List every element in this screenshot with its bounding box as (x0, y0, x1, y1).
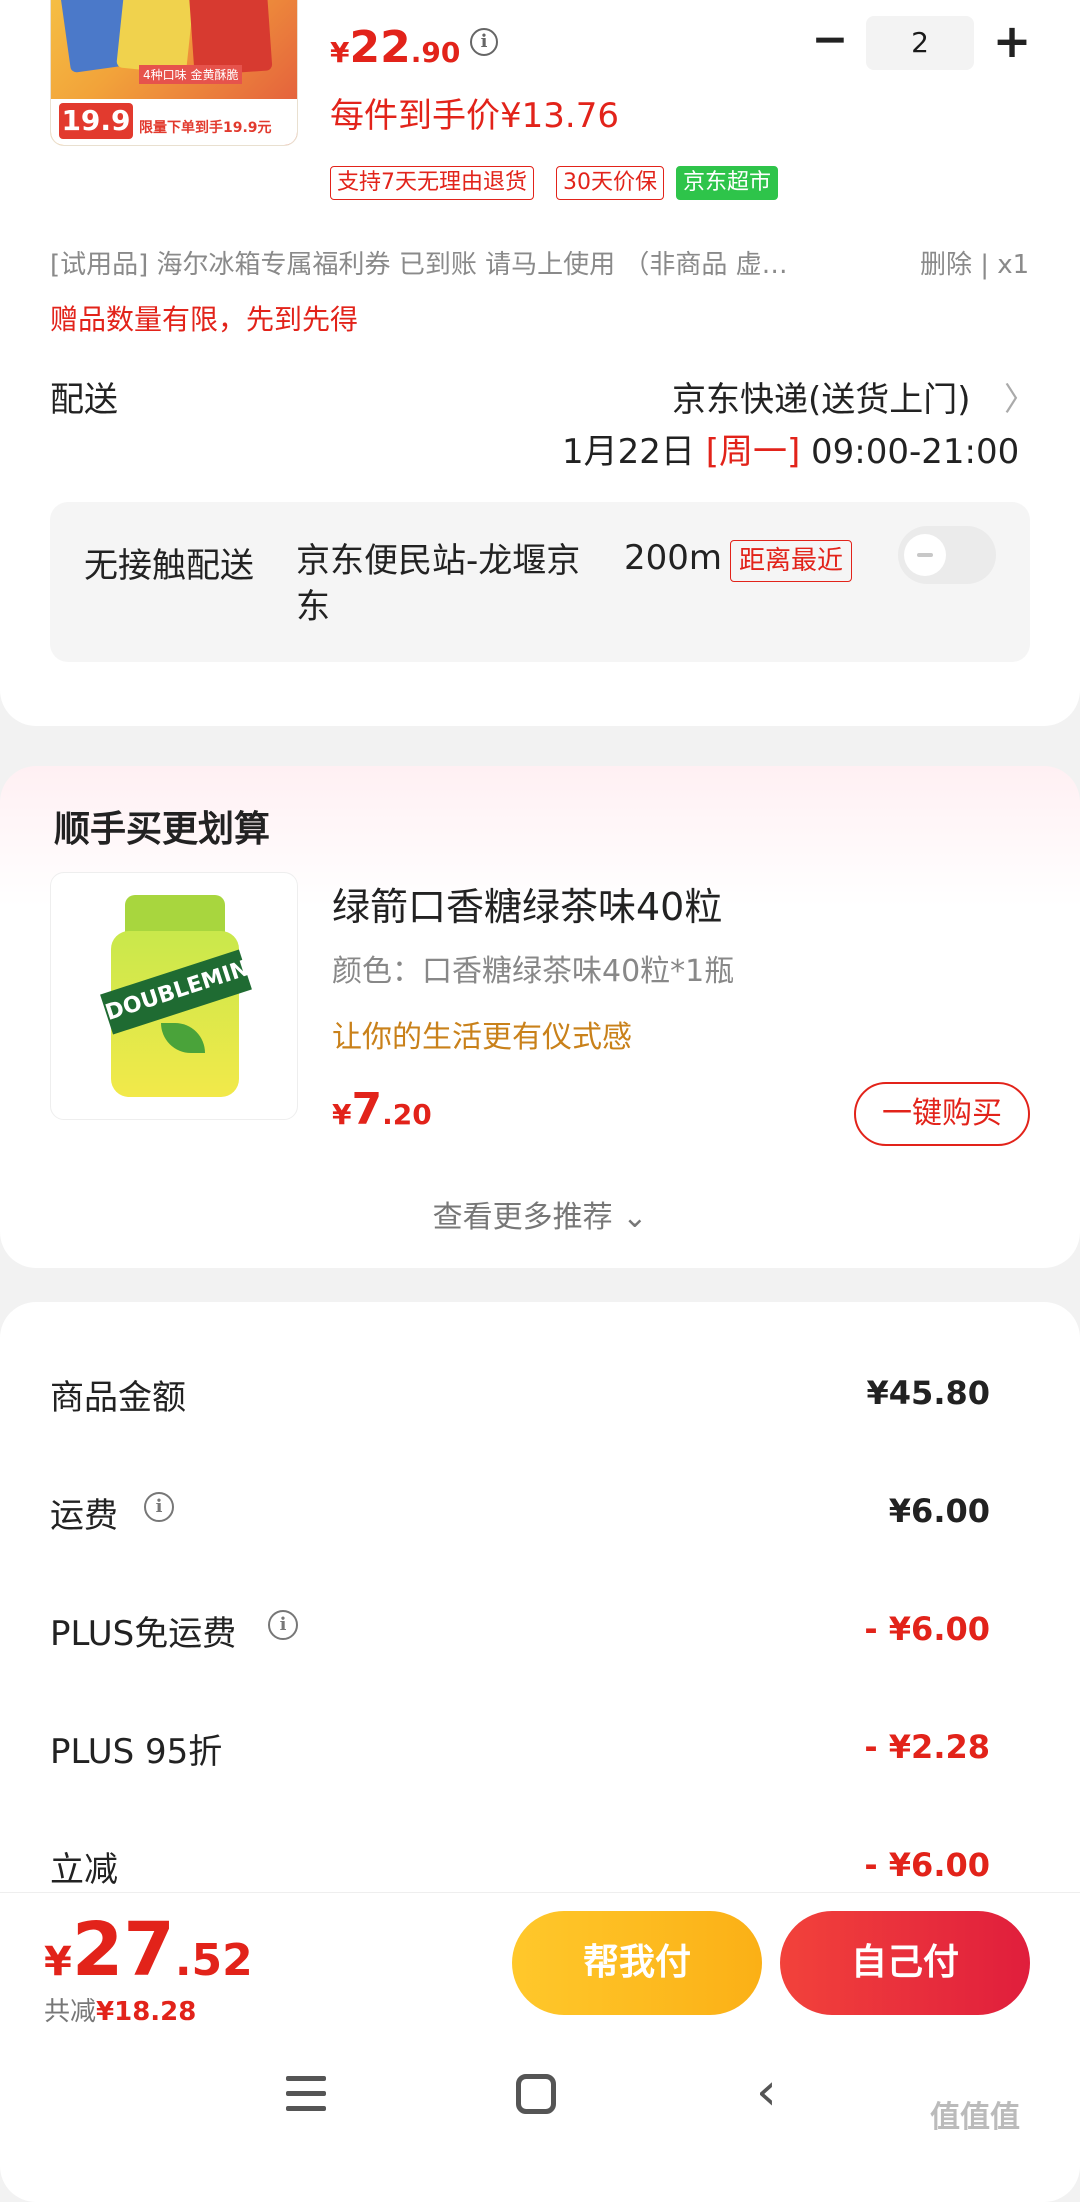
price-info-icon[interactable]: i (470, 28, 498, 56)
product-price: ¥22.90 (330, 22, 461, 73)
quantity-input[interactable]: 2 (866, 16, 974, 70)
pickup-station-name: 京东便民站-龙堰京东 (296, 541, 581, 627)
summary-value-plus-discount: - ¥2.28 (864, 1728, 990, 1766)
back-icon[interactable]: ‹ (756, 2066, 777, 2118)
recommend-item-spec: 颜色：口香糖绿茶味40粒*1瓶 (332, 954, 735, 989)
summary-label-plus-discount: PLUS 95折 (50, 1732, 223, 1772)
delivery-method[interactable]: 京东快递(送货上门) (672, 372, 971, 421)
contactless-delivery-box: 无接触配送 京东便民站-龙堰京东 200m 距离最近 (50, 502, 1030, 662)
quantity-decrease-button[interactable]: − (810, 18, 850, 66)
recommend-title: 顺手买更划算 (54, 809, 271, 850)
summary-value-plus-free-shipping: - ¥6.00 (864, 1610, 990, 1648)
gift-delete-button[interactable]: 删除 | x1 (920, 244, 1029, 281)
jd-supermarket-tag: 京东超市 (676, 166, 779, 200)
summary-value-goods: ¥45.80 (866, 1374, 990, 1412)
pickup-distance: 200m (624, 538, 723, 578)
total-saved: 共减¥18.28 (44, 1997, 197, 2027)
delivery-time[interactable]: 1月22日 [周一] 09:00-21:00 (562, 424, 1019, 473)
more-recommendations-link[interactable]: 查看更多推荐 ⌄ (0, 1192, 1080, 1236)
summary-label-shipping: 运费 (50, 1496, 118, 1536)
unit-price: 每件到手价¥13.76 (330, 96, 619, 136)
home-icon[interactable] (516, 2074, 556, 2114)
summary-label-instant-off: 立减 (50, 1850, 118, 1890)
summary-value-instant-off: - ¥6.00 (864, 1846, 990, 1884)
checkout-bar: ¥27.52 共减¥18.28 帮我付 自己付 (0, 1892, 1080, 2033)
recent-apps-icon[interactable] (286, 2076, 326, 2112)
contactless-toggle[interactable] (898, 526, 996, 584)
summary-label-plus-free-shipping: PLUS免运费 (50, 1614, 237, 1654)
pay-myself-button[interactable]: 自己付 (780, 1911, 1030, 2015)
watermark: 值值值 (930, 2100, 1020, 2135)
product-image[interactable]: 4种口味 金黄酥脆 19.9 限量下单到手19.9元 (50, 0, 298, 146)
summary-value-shipping: ¥6.00 (888, 1492, 990, 1530)
nearest-tag: 距离最近 (730, 540, 853, 582)
return-policy-tag: 支持7天无理由退货 (330, 166, 534, 200)
recommend-item-name[interactable]: 绿箭口香糖绿茶味40粒 (332, 876, 722, 931)
product-image-promo: 限量下单到手19.9元 (139, 120, 272, 136)
product-card: 4种口味 金黄酥脆 19.9 限量下单到手19.9元 ¥22.90 i 每件到手… (0, 0, 1080, 726)
product-image-strip: 4种口味 金黄酥脆 (139, 65, 243, 84)
price-protect-tag: 30天价保 (556, 166, 664, 200)
shipping-info-icon[interactable]: i (144, 1492, 174, 1522)
plus-shipping-info-icon[interactable]: i (268, 1610, 298, 1640)
recommend-item-price: ¥7.20 (332, 1084, 432, 1135)
total-price: ¥27.52 (44, 1907, 253, 1993)
gift-item-line: [试用品] 海尔冰箱专属福利券 已到账 请马上使用 （非商品 虚… (50, 250, 788, 280)
summary-label-goods: 商品金额 (50, 1378, 186, 1418)
product-image-price: 19.9 (59, 103, 133, 139)
recommend-item-image[interactable]: DOUBLEMINT (50, 872, 298, 1120)
one-click-buy-button[interactable]: 一键购买 (854, 1082, 1030, 1146)
help-me-pay-button[interactable]: 帮我付 (512, 1911, 762, 2015)
contactless-title: 无接触配送 (84, 546, 254, 586)
recommend-card: 顺手买更划算 DOUBLEMINT 绿箭口香糖绿茶味40粒 颜色：口香糖绿茶味4… (0, 766, 1080, 1268)
gift-note: 赠品数量有限，先到先得 (50, 303, 359, 336)
system-nav-bar: ‹ 值值值 (0, 2032, 1080, 2160)
chevron-right-icon[interactable]: 〉 (1004, 374, 1036, 420)
quantity-increase-button[interactable]: + (990, 16, 1034, 68)
recommend-item-slogan: 让你的生活更有仪式感 (332, 1020, 632, 1055)
delivery-label: 配送 (50, 380, 118, 420)
